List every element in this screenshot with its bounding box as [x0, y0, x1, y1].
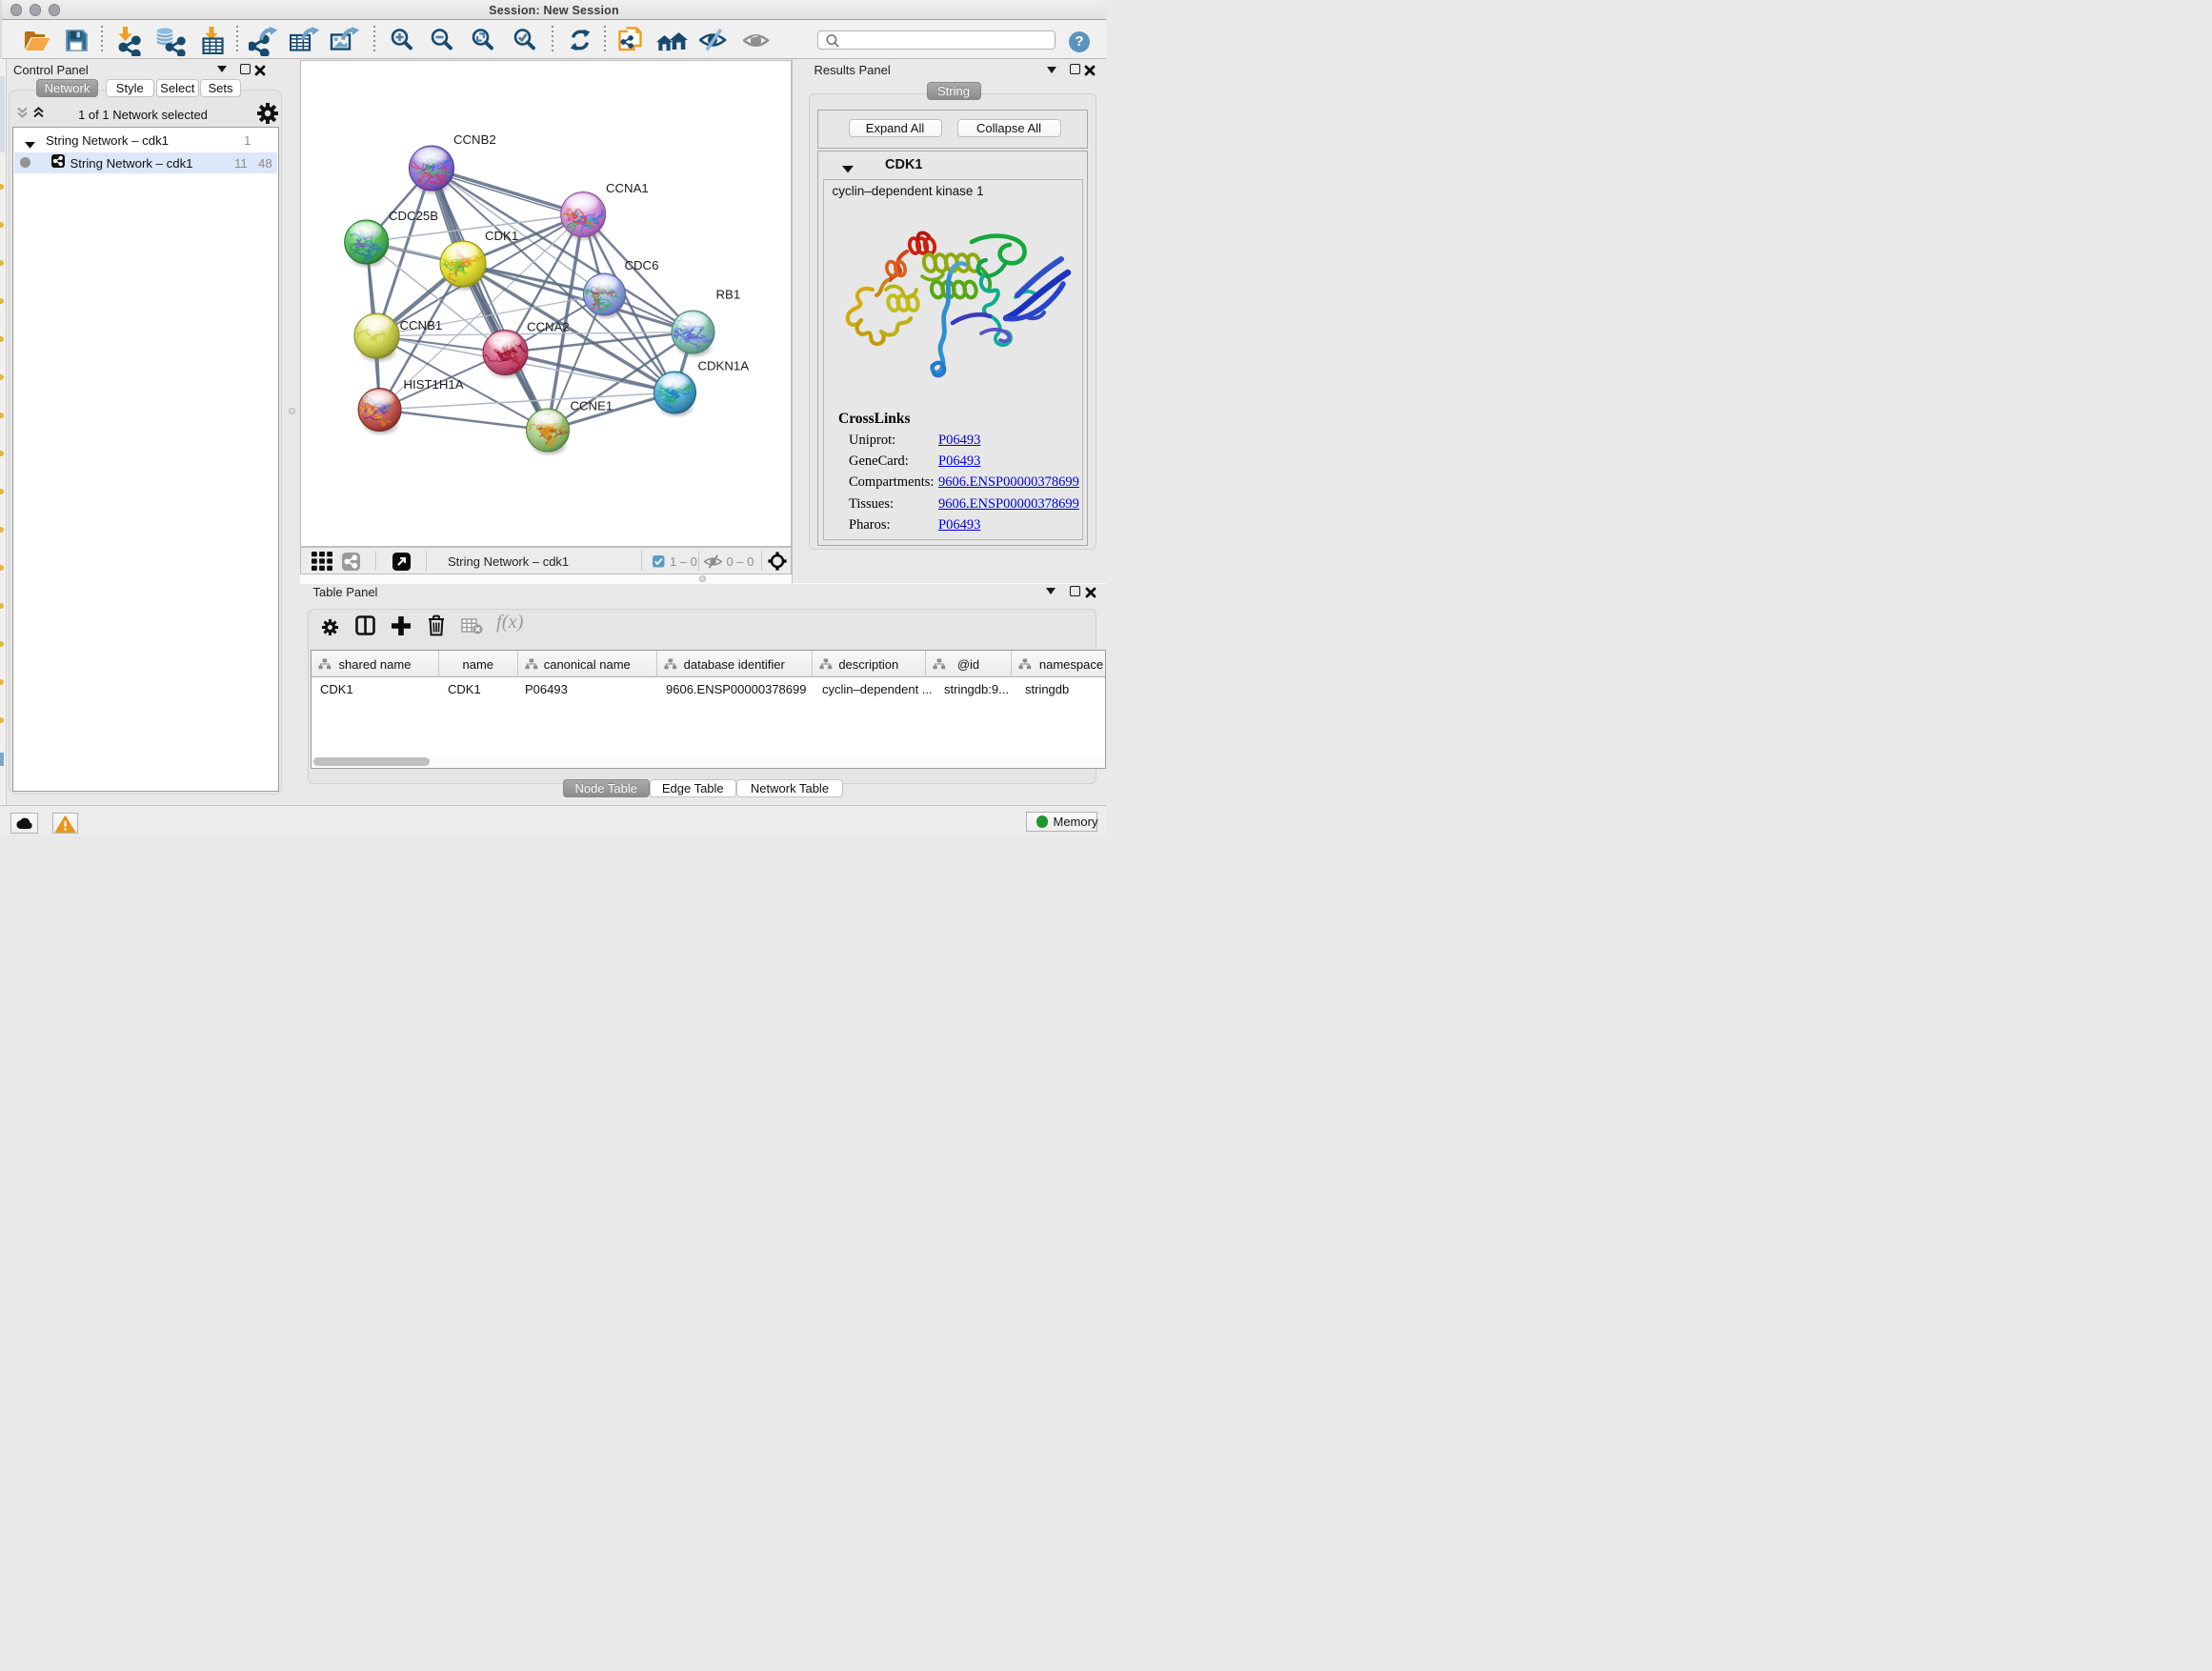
svg-text:CCNA1: CCNA1: [606, 181, 649, 195]
svg-text:CCNB2: CCNB2: [453, 132, 496, 147]
svg-text:CCNA2: CCNA2: [527, 319, 570, 333]
svg-text:RB1: RB1: [716, 287, 741, 301]
svg-text:CCNB1: CCNB1: [400, 318, 443, 332]
svg-text:CDC25B: CDC25B: [389, 209, 438, 223]
svg-text:CDC6: CDC6: [625, 258, 659, 272]
svg-text:CDKN1A: CDKN1A: [698, 358, 750, 372]
svg-text:HIST1H1A: HIST1H1A: [404, 377, 464, 392]
svg-text:CDK1: CDK1: [485, 229, 518, 243]
svg-text:CCNE1: CCNE1: [571, 398, 613, 413]
